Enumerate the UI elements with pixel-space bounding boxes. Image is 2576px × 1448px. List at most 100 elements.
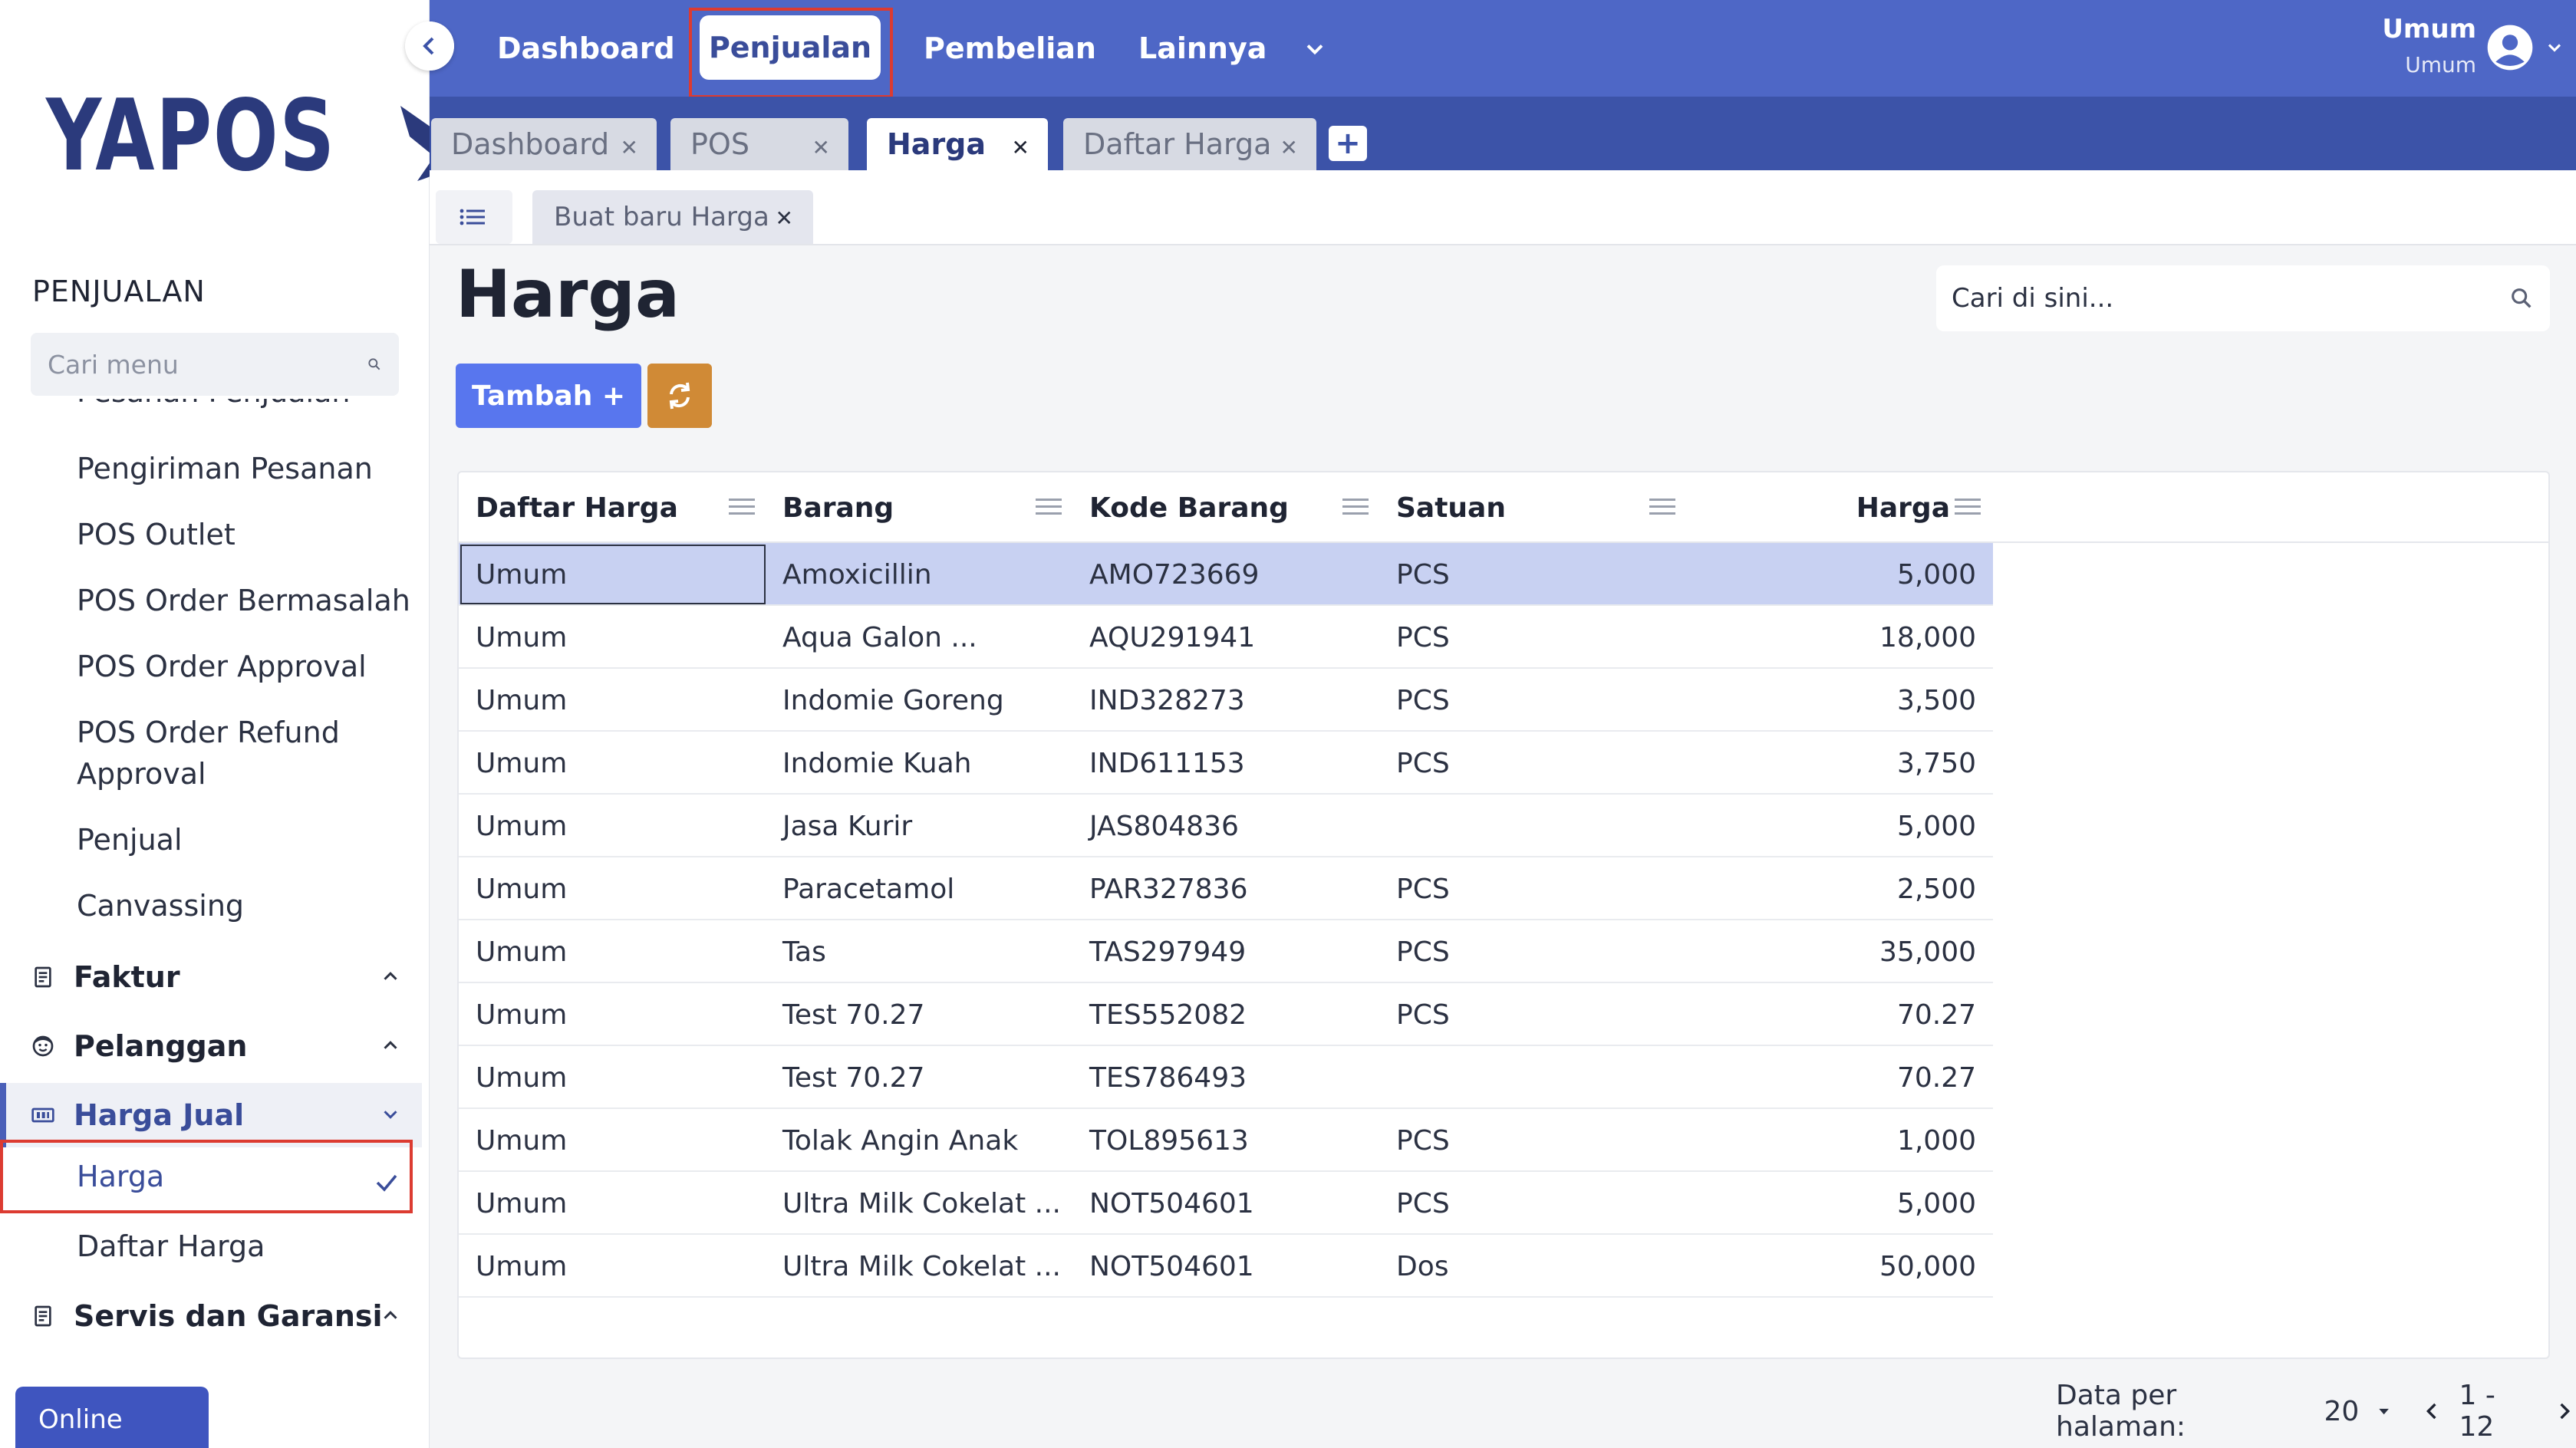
table-cell-kode-barang[interactable]: AMO723669	[1089, 543, 1259, 606]
nav-dashboard[interactable]: Dashboard	[497, 0, 675, 97]
table-cell-daftar-harga[interactable]: Umum	[476, 920, 567, 983]
table-row[interactable]: Umum Indomie Kuah IND611153 PCS 3,750	[459, 732, 1993, 795]
column-header-harga[interactable]: Harga	[1717, 472, 1950, 543]
table-cell-daftar-harga[interactable]: Umum	[476, 1235, 567, 1298]
table-cell-barang[interactable]: Test 70.27	[782, 1046, 924, 1109]
sidebar-item-canvassing[interactable]: Canvassing	[77, 885, 244, 926]
table-cell-harga[interactable]: 5,000	[1717, 1172, 1976, 1235]
table-cell-kode-barang[interactable]: NOT504601	[1089, 1172, 1254, 1235]
user-avatar-icon[interactable]	[2485, 23, 2535, 72]
sidebar-group-pelanggan[interactable]: Pelanggan	[0, 1014, 422, 1078]
sidebar-group-faktur[interactable]: Faktur	[0, 945, 422, 1009]
search-icon[interactable]	[2508, 285, 2535, 311]
tab-dashboard[interactable]: Dashboard ✕	[431, 118, 657, 170]
sidebar-group-servis-garansi[interactable]: Servis dan Garansi	[0, 1284, 422, 1348]
refresh-icon[interactable]	[647, 364, 712, 428]
sidebar-item-penjual[interactable]: Penjual	[77, 819, 183, 861]
table-row[interactable]: Umum Amoxicillin AMO723669 PCS 5,000	[459, 543, 1993, 606]
table-cell-satuan[interactable]: PCS	[1396, 732, 1450, 795]
table-cell-daftar-harga[interactable]: Umum	[476, 606, 567, 669]
column-header-satuan[interactable]: Satuan	[1396, 472, 1506, 543]
table-row[interactable]: Umum Paracetamol PAR327836 PCS 2,500	[459, 857, 1993, 920]
table-cell-daftar-harga[interactable]: Umum	[476, 1172, 567, 1235]
online-status-button[interactable]: Online	[15, 1387, 209, 1448]
list-view-icon[interactable]	[436, 190, 512, 244]
table-cell-kode-barang[interactable]: NOT504601	[1089, 1235, 1254, 1298]
chevron-down-icon[interactable]	[2544, 37, 2565, 58]
table-cell-satuan[interactable]: PCS	[1396, 1109, 1450, 1172]
chevron-down-icon[interactable]	[1301, 35, 1329, 63]
sidebar-item-daftar-harga[interactable]: Daftar Harga	[77, 1226, 265, 1267]
column-header-daftar-harga[interactable]: Daftar Harga	[476, 472, 678, 543]
sidebar-item-harga[interactable]	[0, 1140, 413, 1213]
main-search-input[interactable]	[1952, 283, 2508, 314]
table-cell-daftar-harga[interactable]: Umum	[476, 795, 567, 857]
table-cell-harga[interactable]: 2,500	[1717, 857, 1976, 920]
menu-search-input[interactable]	[48, 349, 367, 380]
column-menu-icon[interactable]	[1649, 499, 1675, 517]
table-cell-harga[interactable]: 1,000	[1717, 1109, 1976, 1172]
table-cell-kode-barang[interactable]: TAS297949	[1089, 920, 1246, 983]
chevron-left-icon[interactable]	[2420, 1399, 2444, 1423]
column-menu-icon[interactable]	[1342, 499, 1369, 517]
add-tab-button[interactable]: +	[1329, 126, 1367, 161]
table-cell-kode-barang[interactable]: IND611153	[1089, 732, 1245, 795]
table-row[interactable]: Umum Indomie Goreng IND328273 PCS 3,500	[459, 669, 1993, 732]
table-row[interactable]: Umum Jasa Kurir JAS804836 5,000	[459, 795, 1993, 857]
table-cell-satuan[interactable]: PCS	[1396, 857, 1450, 920]
table-cell-harga[interactable]: 5,000	[1717, 795, 1976, 857]
table-cell-barang[interactable]: Test 70.27	[782, 983, 924, 1046]
chevron-right-icon[interactable]	[2552, 1399, 2576, 1423]
menu-search[interactable]	[31, 333, 399, 396]
table-row[interactable]: Umum Ultra Milk Cokelat ... NOT504601 Dos 50…	[459, 1235, 1993, 1298]
table-cell-barang[interactable]: Indomie Kuah	[782, 732, 971, 795]
table-cell-kode-barang[interactable]: AQU291941	[1089, 606, 1255, 669]
close-icon[interactable]: ✕	[1012, 135, 1029, 160]
tab-daftar-harga[interactable]: Daftar Harga ✕	[1063, 118, 1316, 170]
table-row[interactable]: Umum Tas TAS297949 PCS 35,000	[459, 920, 1993, 983]
table-cell-daftar-harga[interactable]: Umum	[476, 732, 567, 795]
sidebar-item-pengiriman-pesanan[interactable]: Pengiriman Pesanan	[77, 448, 373, 489]
table-row[interactable]: Umum Ultra Milk Cokelat ... NOT504601 PCS 5,…	[459, 1172, 1993, 1235]
table-cell-barang[interactable]: Tolak Angin Anak	[782, 1109, 1018, 1172]
nav-lainnya[interactable]: Lainnya	[1138, 0, 1267, 97]
table-cell-kode-barang[interactable]: TES552082	[1089, 983, 1247, 1046]
tab-buat-baru-harga[interactable]: Buat baru Harga ✕	[532, 190, 813, 244]
table-cell-harga[interactable]: 70.27	[1717, 1046, 1976, 1109]
column-menu-icon[interactable]	[1955, 499, 1981, 517]
table-cell-kode-barang[interactable]: IND328273	[1089, 669, 1245, 732]
table-cell-daftar-harga[interactable]: Umum	[476, 857, 567, 920]
table-cell-satuan[interactable]: PCS	[1396, 1172, 1450, 1235]
sidebar-item-pesanan-penjualan[interactable]: Pesanan Penjualan	[77, 399, 350, 413]
tab-pos[interactable]: POS ✕	[670, 118, 848, 170]
table-cell-kode-barang[interactable]: TOL895613	[1089, 1109, 1249, 1172]
table-cell-barang[interactable]: Ultra Milk Cokelat ...	[782, 1235, 1061, 1298]
close-icon[interactable]: ✕	[812, 135, 830, 160]
table-cell-harga[interactable]: 5,000	[1717, 543, 1976, 606]
table-cell-harga[interactable]: 50,000	[1717, 1235, 1976, 1298]
table-cell-kode-barang[interactable]: TES786493	[1089, 1046, 1247, 1109]
nav-penjualan[interactable]: Penjualan	[700, 15, 881, 80]
sidebar-group-harga-jual[interactable]: Harga Jual	[0, 1083, 422, 1147]
nav-pembelian[interactable]: Pembelian	[924, 0, 1096, 97]
table-row[interactable]: Umum Test 70.27 TES552082 PCS 70.27	[459, 983, 1993, 1046]
table-cell-barang[interactable]: Ultra Milk Cokelat ...	[782, 1172, 1061, 1235]
table-row[interactable]: Umum Test 70.27 TES786493 70.27	[459, 1046, 1993, 1109]
collapse-sidebar-icon[interactable]	[405, 21, 454, 71]
table-row[interactable]: Umum Tolak Angin Anak TOL895613 PCS 1,000	[459, 1109, 1993, 1172]
table-cell-harga[interactable]: 35,000	[1717, 920, 1976, 983]
column-header-barang[interactable]: Barang	[782, 472, 894, 543]
table-cell-satuan[interactable]: PCS	[1396, 606, 1450, 669]
table-cell-daftar-harga[interactable]: Umum	[476, 669, 567, 732]
user-name[interactable]: Umum	[2382, 14, 2476, 44]
table-cell-barang[interactable]: Indomie Goreng	[782, 669, 1004, 732]
close-icon[interactable]: ✕	[776, 206, 793, 231]
per-page-select[interactable]: 20	[2324, 1396, 2359, 1427]
main-search[interactable]	[1936, 265, 2550, 331]
table-cell-satuan[interactable]: PCS	[1396, 543, 1450, 606]
table-row[interactable]: Umum Aqua Galon ... AQU291941 PCS 18,000	[459, 606, 1993, 669]
table-cell-barang[interactable]: Paracetamol	[782, 857, 954, 920]
table-cell-daftar-harga[interactable]: Umum	[476, 983, 567, 1046]
table-cell-harga[interactable]: 3,750	[1717, 732, 1976, 795]
table-cell-harga[interactable]: 70.27	[1717, 983, 1976, 1046]
